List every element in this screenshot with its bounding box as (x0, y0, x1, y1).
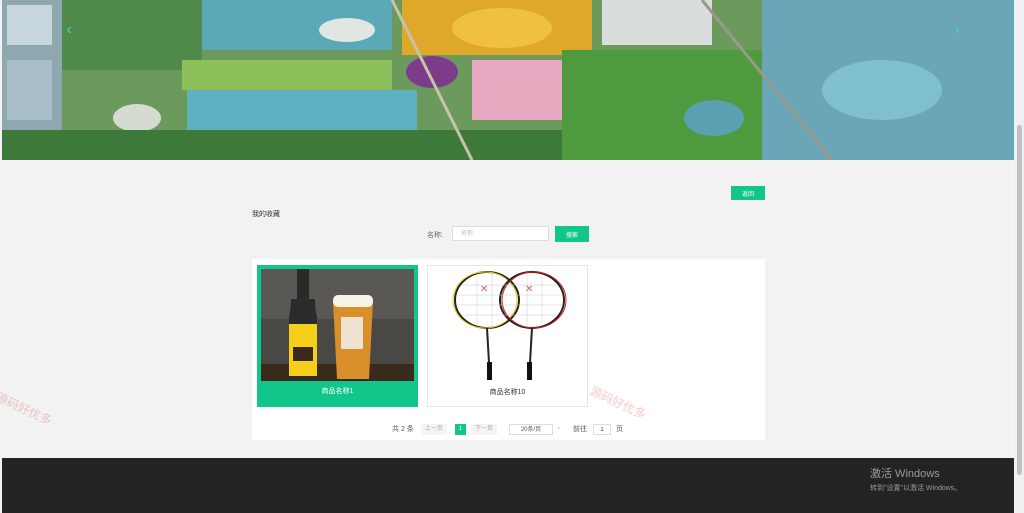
windows-activation-notice: 激活 Windows 转到"设置"以激活 Windows。 (870, 465, 961, 493)
banner-carousel: ‹ › (2, 0, 1014, 160)
svg-text:✕: ✕ (480, 284, 488, 295)
product-card[interactable]: 商品名称1 (257, 265, 418, 407)
pagination-prev-button[interactable]: 上一页 (421, 424, 448, 435)
page-title: 我的收藏 (252, 211, 280, 218)
pagination-goto-label: 前往 (573, 426, 587, 433)
pagination-goto-input[interactable] (593, 424, 611, 435)
activation-title: 激活 Windows (870, 468, 940, 480)
chevron-right-icon: › (954, 21, 960, 38)
banner-prev-arrow[interactable]: ‹ (62, 22, 76, 38)
product-image-rackets[interactable]: ✕ ✕ (432, 270, 585, 382)
banner-next-arrow[interactable]: › (950, 22, 964, 38)
banner-image (2, 0, 1014, 160)
scrollbar-thumb[interactable] (1017, 125, 1022, 475)
watermark-text: 源码好优多 (0, 389, 54, 428)
chevron-down-icon[interactable]: ⌄ (556, 424, 561, 431)
pagination-total: 共 2 条 (392, 426, 414, 433)
vertical-scrollbar[interactable] (1015, 0, 1024, 513)
chevron-left-icon: ‹ (66, 21, 72, 38)
product-name: 商品名称10 (489, 389, 526, 396)
product-card[interactable]: ✕ ✕ 商品名称10 (427, 265, 588, 407)
search-label: 名称: (427, 232, 443, 239)
pagination: 共 2 条 上一页 1 下一页 20条/页 ⌄ 前往 页 (0, 424, 1024, 436)
pagination-page-unit: 页 (616, 426, 623, 433)
activation-subtitle: 转到"设置"以激活 Windows。 (870, 485, 962, 492)
page-footer (2, 458, 1014, 513)
page-size-select[interactable]: 20条/页 (509, 424, 553, 435)
back-button[interactable]: 返回 (731, 186, 765, 200)
pagination-page-1[interactable]: 1 (455, 424, 466, 435)
search-button[interactable]: 搜索 (555, 226, 589, 242)
search-input[interactable] (452, 226, 549, 241)
product-name: 商品名称1 (321, 388, 354, 395)
product-image-beer[interactable] (261, 269, 414, 381)
svg-text:✕: ✕ (525, 284, 533, 295)
pagination-next-button[interactable]: 下一页 (471, 424, 498, 435)
